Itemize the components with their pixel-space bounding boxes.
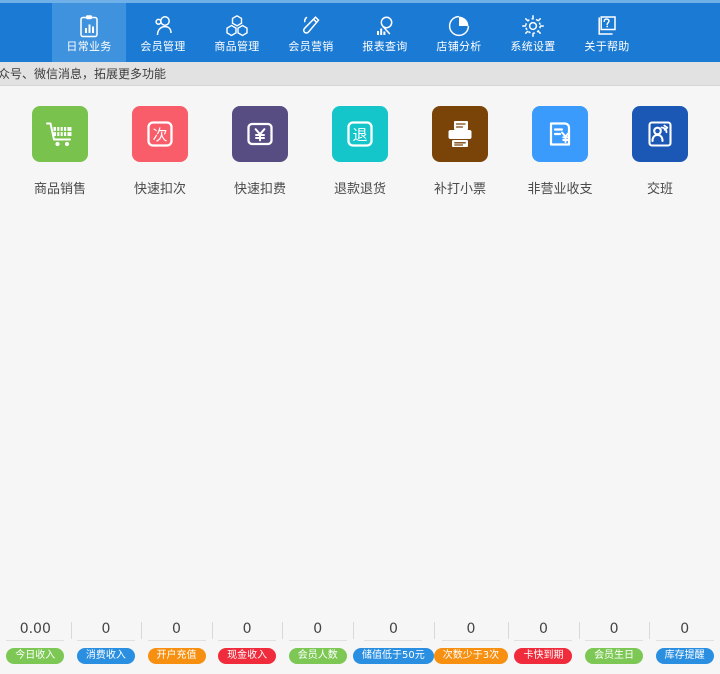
stat-badge[interactable]: 卡快到期 (514, 648, 573, 664)
stat-value: 0 (441, 620, 500, 641)
top-navigation-bar: 日常业务 会员管理 商品管理 会员营销 报表查询 店铺分析 系统设置 关于帮助 (0, 0, 720, 62)
nav-item-report-query[interactable]: 报表查询 (348, 3, 422, 62)
nav-item-system-settings[interactable]: 系统设置 (496, 3, 570, 62)
stat-value: 0.00 (6, 620, 65, 641)
nav-item-member-marketing[interactable]: 会员营销 (274, 3, 348, 62)
ci-count-icon: 次 (132, 106, 188, 162)
nav-item-store-analysis[interactable]: 店铺分析 (422, 3, 496, 62)
nav-label: 系统设置 (510, 39, 556, 53)
nav-label: 关于帮助 (584, 39, 630, 53)
nav-label: 会员管理 (140, 39, 186, 53)
tile-label: 交班 (646, 182, 673, 197)
stat-value: 0 (514, 620, 573, 641)
tile-label: 快速扣费 (233, 182, 286, 197)
stat-badge[interactable]: 储值低于50元 (353, 648, 434, 664)
report-search-icon (373, 12, 397, 38)
tile-shift-change[interactable]: 交班 (610, 106, 710, 197)
stat-card-expiring: 0 卡快到期 (508, 614, 579, 664)
clipboard-chart-icon (78, 12, 100, 38)
nav-label: 商品管理 (214, 39, 260, 53)
nav-item-about-help[interactable]: 关于帮助 (570, 3, 644, 62)
stat-member-birthday: 0 会员生日 (578, 614, 650, 664)
stat-badge[interactable]: 次数少于3次 (433, 648, 509, 664)
tile-quick-deduct-fee[interactable]: 快速扣费 (210, 106, 310, 197)
printer-icon (432, 106, 488, 162)
notice-bar: 公众号、微信消息，拓展更多功能 (0, 62, 720, 86)
member-person-icon (151, 12, 175, 38)
nav-label: 店铺分析 (436, 39, 482, 53)
main-content-area: 商品销售 次 快速扣次 快速扣费 退 退款退货 补打小票 非营业收支 交班 (0, 87, 720, 607)
stat-balance-below-50: 0 储值低于50元 (353, 614, 434, 664)
receipt-yuan-icon (532, 106, 588, 162)
stat-value: 0 (364, 620, 423, 641)
nav-items-strip: 日常业务 会员管理 商品管理 会员营销 报表查询 店铺分析 系统设置 关于帮助 (0, 3, 720, 62)
stat-badge[interactable]: 会员人数 (288, 648, 347, 664)
stat-value: 0 (76, 620, 135, 641)
svg-text:次: 次 (152, 126, 167, 144)
megaphone-icon (299, 12, 323, 38)
stat-today-income: 0.00 今日收入 (0, 614, 71, 664)
tile-product-sales[interactable]: 商品销售 (10, 106, 110, 197)
nav-label: 报表查询 (362, 39, 408, 53)
stat-value: 0 (585, 620, 644, 641)
nav-item-member-management[interactable]: 会员管理 (126, 3, 200, 62)
refund-icon: 退 (332, 106, 388, 162)
nav-item-product-management[interactable]: 商品管理 (200, 3, 274, 62)
notice-text: 公众号、微信消息，拓展更多功能 (0, 67, 167, 81)
shopping-cart-icon (32, 106, 88, 162)
stat-cash-income: 0 现金收入 (211, 614, 283, 664)
stat-badge[interactable]: 现金收入 (218, 648, 277, 664)
stat-value: 0 (655, 620, 714, 641)
nav-label: 日常业务 (66, 39, 112, 53)
stat-member-count: 0 会员人数 (282, 614, 353, 664)
tile-reprint-receipt[interactable]: 补打小票 (410, 106, 510, 197)
status-summary-bar: 0.00 今日收入 0 消费收入 0 开户充值 0 现金收入 0 会员人数 0 … (0, 614, 720, 674)
tile-quick-deduct-count[interactable]: 次 快速扣次 (110, 106, 210, 197)
pie-chart-icon (447, 12, 471, 38)
stat-consumption-income: 0 消费收入 (70, 614, 142, 664)
stat-account-recharge: 0 开户充值 (141, 614, 212, 664)
stat-value: 0 (288, 620, 347, 641)
shift-change-icon (632, 106, 688, 162)
help-screen-icon (595, 12, 619, 38)
gear-icon (521, 12, 545, 38)
yuan-fee-icon (232, 106, 288, 162)
stat-badge[interactable]: 开户充值 (147, 648, 206, 664)
svg-text:退: 退 (352, 126, 367, 144)
tile-refund-return[interactable]: 退 退款退货 (310, 106, 410, 197)
quick-action-grid: 商品销售 次 快速扣次 快速扣费 退 退款退货 补打小票 非营业收支 交班 (0, 87, 720, 197)
tile-label: 快速扣次 (133, 182, 186, 197)
stat-badge[interactable]: 会员生日 (585, 648, 644, 664)
stat-count-below-3: 0 次数少于3次 (433, 614, 509, 664)
tile-non-business-income[interactable]: 非营业收支 (510, 106, 610, 197)
tile-label: 退款退货 (333, 182, 386, 197)
stat-value: 0 (218, 620, 277, 641)
tile-label: 非营业收支 (527, 182, 593, 197)
stat-stock-alert: 0 库存提醒 (649, 614, 720, 664)
stat-badge[interactable]: 库存提醒 (655, 648, 714, 664)
stat-value: 0 (147, 620, 206, 641)
stat-badge[interactable]: 消费收入 (76, 648, 135, 664)
stat-badge[interactable]: 今日收入 (6, 648, 65, 664)
tile-label: 补打小票 (433, 182, 486, 197)
tile-label: 商品销售 (33, 182, 86, 197)
nav-item-daily-business[interactable]: 日常业务 (52, 3, 126, 62)
nav-label: 会员营销 (288, 39, 334, 53)
cubes-icon (225, 12, 249, 38)
